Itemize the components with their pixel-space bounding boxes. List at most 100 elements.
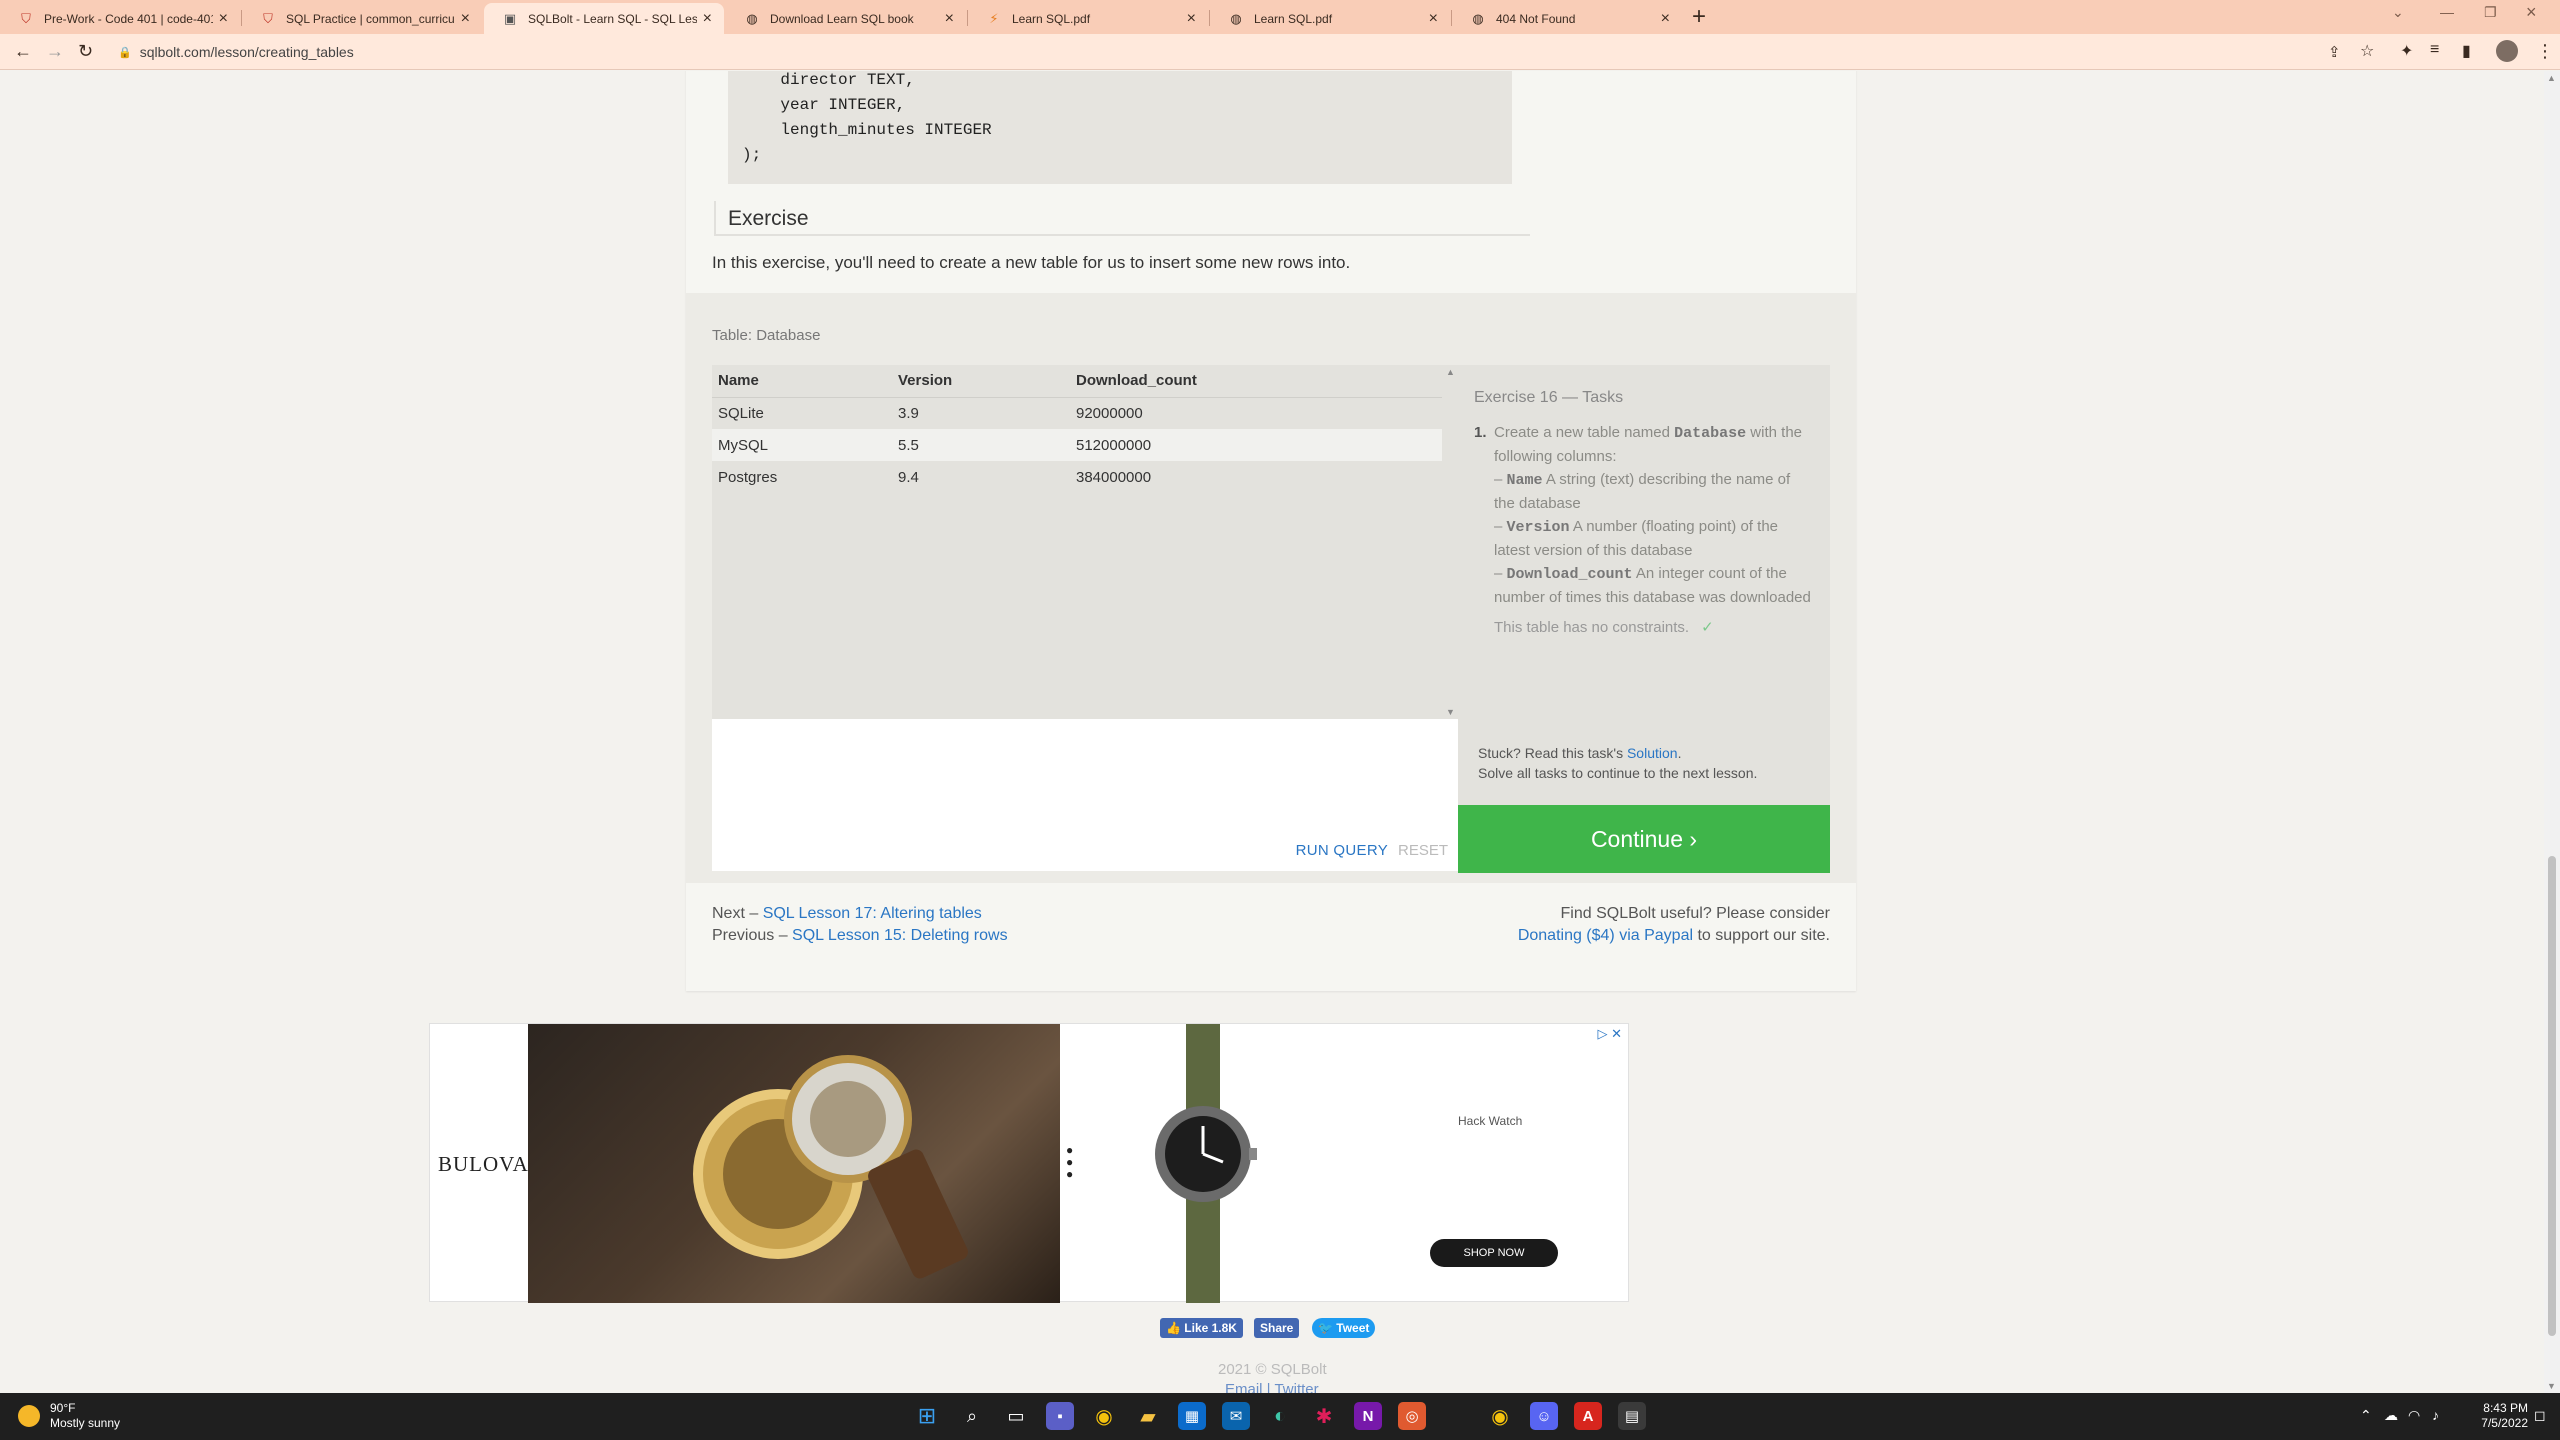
ubuntu-icon[interactable]: ◎: [1398, 1402, 1426, 1430]
close-icon[interactable]: ×: [945, 10, 954, 28]
clock[interactable]: 8:43 PM 7/5/2022: [2460, 1401, 2528, 1431]
scrollbar-thumb[interactable]: [2548, 856, 2556, 1336]
store-icon[interactable]: ▦: [1178, 1402, 1206, 1430]
weather-widget[interactable]: 90°F Mostly sunny: [18, 1401, 120, 1431]
ad-choices-icon[interactable]: ▷ ✕: [1597, 1026, 1622, 1042]
onenote-icon[interactable]: N: [1354, 1402, 1382, 1430]
tab-learn-sql-pdf[interactable]: ⚡ Learn SQL.pdf ×: [968, 3, 1208, 34]
table-header-row: Name Version Download_count: [712, 365, 1442, 398]
tab-title: Pre-Work - Code 401 | code-401: [44, 11, 213, 26]
table-caption: Table: Database: [712, 327, 821, 344]
task-table-name: Database: [1674, 425, 1747, 442]
scroll-up-icon[interactable]: ▲: [1446, 367, 1455, 377]
stuck-text: Stuck? Read this task's: [1478, 745, 1627, 761]
sql-editor[interactable]: RUN QUERY RESET: [712, 719, 1458, 871]
file-explorer-icon[interactable]: ▰: [1134, 1402, 1162, 1430]
ad-product-name: Hack Watch: [1458, 1114, 1523, 1128]
close-icon[interactable]: ×: [1661, 10, 1670, 28]
edge-icon[interactable]: ◐: [1266, 1402, 1294, 1430]
query-result-table: Name Version Download_count SQLite 3.9 9…: [712, 365, 1458, 719]
support-text: to support our site.: [1693, 927, 1830, 944]
solution-link[interactable]: Solution: [1627, 745, 1678, 761]
side-panel-icon[interactable]: ▮: [2462, 41, 2471, 61]
advertisement[interactable]: BULOVA ● ● ● ▷ ✕ Hack Watch SHOP NOW: [429, 1023, 1629, 1303]
clock-time: 8:43 PM: [2483, 1401, 2528, 1415]
acrobat-icon[interactable]: A: [1574, 1402, 1602, 1430]
continue-button[interactable]: Continue ›: [1458, 805, 1830, 873]
forward-icon[interactable]: →: [46, 41, 64, 62]
address-bar[interactable]: 🔒 sqlbolt.com/lesson/creating_tables: [108, 38, 2348, 66]
column-name: Download_count: [1506, 566, 1633, 583]
tab-download-book[interactable]: ◍ Download Learn SQL book ×: [726, 3, 966, 34]
chrome-icon[interactable]: ◉: [1486, 1402, 1514, 1430]
terminal-icon[interactable]: ▤: [1618, 1402, 1646, 1430]
facebook-share-button[interactable]: Share: [1254, 1318, 1300, 1338]
next-lesson-link[interactable]: SQL Lesson 17: Altering tables: [763, 905, 982, 922]
start-icon[interactable]: ⊞: [913, 1402, 941, 1430]
new-tab-button[interactable]: +: [1692, 3, 1706, 31]
close-icon[interactable]: ×: [703, 10, 712, 28]
tab-sql-practice[interactable]: ⛉ SQL Practice | common_curriculu ×: [242, 3, 482, 34]
extensions-icon[interactable]: ✦: [2400, 41, 2413, 61]
close-icon[interactable]: ×: [1187, 10, 1196, 28]
support-text: Find SQLBolt useful? Please consider: [1560, 905, 1830, 922]
tab-404[interactable]: ◍ 404 Not Found ×: [1452, 3, 1682, 34]
chat-icon[interactable]: ▪: [1046, 1402, 1074, 1430]
ad-carousel-dots[interactable]: ● ● ●: [1066, 1144, 1073, 1180]
tray-overflow-icon[interactable]: ⌃: [2360, 1407, 2372, 1424]
lesson-card: director TEXT, year INTEGER, length_minu…: [686, 71, 1856, 991]
shop-now-button[interactable]: SHOP NOW: [1430, 1239, 1558, 1267]
reading-list-icon[interactable]: ≡: [2430, 41, 2439, 59]
tweet-button[interactable]: 🐦 Tweet: [1312, 1318, 1376, 1338]
task-note: This table has no constraints. ✓: [1474, 618, 1814, 636]
tab-sqlbolt[interactable]: ▣ SQLBolt - Learn SQL - SQL Lesso ×: [484, 3, 724, 34]
discord-icon[interactable]: ☺: [1530, 1402, 1558, 1430]
table-cell: 384000000: [1076, 468, 1152, 486]
tab-search-icon[interactable]: ⌄: [2392, 4, 2404, 34]
close-icon[interactable]: ×: [219, 10, 228, 28]
restore-icon[interactable]: ❐: [2484, 4, 2497, 34]
onedrive-icon[interactable]: ☁: [2384, 1407, 2398, 1424]
volume-icon[interactable]: ♪: [2432, 1407, 2439, 1423]
close-icon[interactable]: ×: [1429, 10, 1438, 28]
task-view-icon[interactable]: ▭: [1002, 1402, 1030, 1430]
chrome-icon[interactable]: ◉: [1090, 1402, 1118, 1430]
facebook-like-button[interactable]: 👍 Like 1.8K: [1160, 1318, 1243, 1338]
back-icon[interactable]: ←: [14, 41, 32, 62]
wifi-icon[interactable]: ◠: [2408, 1407, 2420, 1424]
avatar[interactable]: [2496, 40, 2518, 62]
menu-icon[interactable]: ⋮: [2536, 41, 2554, 62]
reset-button[interactable]: RESET: [1398, 842, 1448, 859]
task-column: – Version A number (floating point) of t…: [1494, 518, 1778, 559]
footer-links[interactable]: Email | Twitter: [1225, 1381, 1319, 1393]
result-scrollbar[interactable]: ▲ ▼: [1442, 365, 1458, 719]
page-scrollbar[interactable]: ▲ ▼: [2544, 71, 2560, 1393]
reload-icon[interactable]: ↻: [78, 41, 93, 62]
table-row: SQLite 3.9 92000000: [712, 397, 1442, 429]
table-cell: Postgres: [718, 468, 778, 486]
tab-learn-sql-pdf-2[interactable]: ◍ Learn SQL.pdf ×: [1210, 3, 1450, 34]
notification-icon[interactable]: ◻: [2534, 1407, 2546, 1424]
ad-brand: BULOVA: [438, 1152, 529, 1176]
scroll-up-icon[interactable]: ▲: [2547, 73, 2556, 83]
window-close-icon[interactable]: ×: [2526, 2, 2537, 32]
prev-lesson-link[interactable]: SQL Lesson 15: Deleting rows: [792, 927, 1008, 944]
donate-link[interactable]: Donating ($4) via Paypal: [1518, 927, 1693, 944]
table-cell: 3.9: [898, 404, 919, 422]
tasks-panel: Exercise 16 — Tasks 1. Create a new tabl…: [1458, 365, 1830, 805]
minimize-icon[interactable]: —: [2440, 4, 2454, 34]
run-query-button[interactable]: RUN QUERY: [1296, 842, 1388, 859]
share-icon[interactable]: ⇪: [2328, 43, 2341, 61]
solve-all-text: Solve all tasks to continue to the next …: [1478, 765, 1758, 781]
bookmark-star-icon[interactable]: ☆: [2360, 41, 2374, 61]
tab-title: SQL Practice | common_curriculu: [286, 11, 455, 26]
exercise-widget: Table: Database Name Version Download_co…: [686, 293, 1856, 883]
mail-icon[interactable]: ✉: [1222, 1402, 1250, 1430]
tab-prework[interactable]: ⛉ Pre-Work - Code 401 | code-401 ×: [0, 3, 240, 34]
exercise-intro: In this exercise, you'll need to create …: [712, 253, 1351, 272]
slack-icon[interactable]: ✱: [1310, 1402, 1338, 1430]
close-icon[interactable]: ×: [461, 10, 470, 28]
scroll-down-icon[interactable]: ▼: [1446, 707, 1455, 717]
scroll-down-icon[interactable]: ▼: [2547, 1381, 2556, 1391]
search-icon[interactable]: ⌕: [958, 1402, 986, 1430]
